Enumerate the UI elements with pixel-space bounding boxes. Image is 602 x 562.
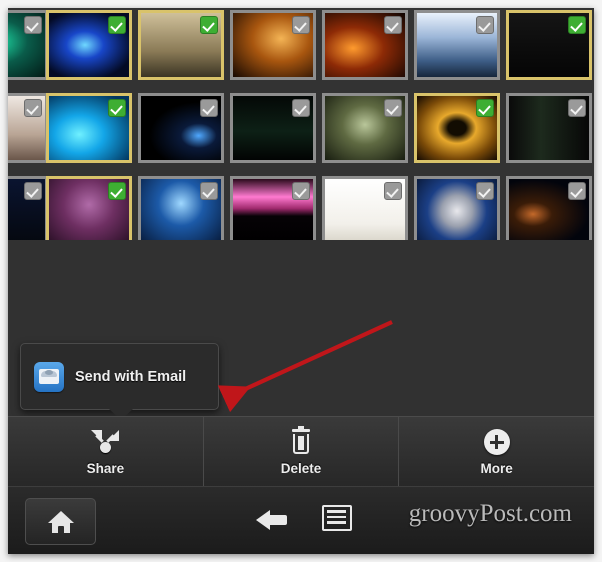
thumbnail-frame [230, 176, 316, 240]
back-arrow-icon [256, 505, 290, 533]
share-icon [91, 428, 120, 456]
gallery-thumbnail[interactable] [414, 10, 500, 80]
gallery-thumbnail[interactable] [322, 176, 408, 240]
thumbnail-frame [46, 176, 132, 240]
thumbnail-frame [322, 10, 408, 80]
checkbox-unchecked-icon[interactable] [24, 16, 42, 34]
checkbox-unchecked-icon[interactable] [292, 16, 310, 34]
thumbnail-frame [506, 93, 592, 163]
checkbox-checked-icon[interactable] [200, 16, 218, 34]
checkbox-unchecked-icon[interactable] [384, 16, 402, 34]
thumbnail-frame [506, 176, 592, 240]
checkbox-checked-icon[interactable] [108, 16, 126, 34]
screenshot-root: Send with Email Share Delete More groovy… [0, 0, 602, 562]
thumbnail-frame [8, 10, 48, 80]
back-button[interactable] [256, 505, 290, 535]
gallery-thumbnail[interactable] [414, 93, 500, 163]
popup-menu-item-label: Send with Email [75, 368, 187, 385]
thumbnail-frame [322, 93, 408, 163]
home-button[interactable] [25, 498, 96, 545]
site-watermark: groovyPost.com [408, 500, 572, 527]
menu-button[interactable] [322, 505, 354, 533]
gallery-thumbnail[interactable] [322, 93, 408, 163]
checkbox-unchecked-icon[interactable] [292, 182, 310, 200]
tablet-screen: Send with Email Share Delete More groovy… [8, 8, 594, 554]
gallery-thumbnail[interactable] [8, 10, 48, 80]
email-icon [34, 361, 64, 392]
thumbnail-frame [414, 10, 500, 80]
checkbox-unchecked-icon[interactable] [200, 182, 218, 200]
system-navigation-bar: groovyPost.com [8, 486, 594, 554]
action-button-more[interactable]: More [398, 417, 594, 487]
plus-circle-icon [483, 428, 510, 456]
gallery-thumbnail[interactable] [322, 10, 408, 80]
thumbnail-frame [138, 176, 224, 240]
checkbox-unchecked-icon[interactable] [384, 182, 402, 200]
action-button-delete-label: Delete [280, 461, 322, 476]
checkbox-unchecked-icon[interactable] [200, 99, 218, 117]
checkbox-unchecked-icon[interactable] [24, 99, 42, 117]
thumbnail-frame [414, 176, 500, 240]
thumbnail-frame [230, 93, 316, 163]
checkbox-checked-icon[interactable] [108, 99, 126, 117]
gallery-grid[interactable] [8, 8, 594, 240]
trash-icon [290, 426, 312, 456]
gallery-thumbnail[interactable] [230, 176, 316, 240]
checkbox-checked-icon[interactable] [568, 16, 586, 34]
share-popup[interactable]: Send with Email [20, 343, 219, 422]
thumbnail-frame [230, 10, 316, 80]
thumbnail-frame [8, 93, 48, 163]
gallery-thumbnail[interactable] [506, 93, 592, 163]
gallery-thumbnail[interactable] [8, 93, 48, 163]
gallery-thumbnail[interactable] [46, 93, 132, 163]
checkbox-unchecked-icon[interactable] [476, 16, 494, 34]
gallery-thumbnail[interactable] [138, 93, 224, 163]
gallery-thumbnail[interactable] [46, 176, 132, 240]
menu-icon [322, 505, 352, 531]
thumbnail-frame [414, 93, 500, 163]
thumbnail-frame [506, 10, 592, 80]
checkbox-unchecked-icon[interactable] [292, 99, 310, 117]
gallery-thumbnail[interactable] [414, 176, 500, 240]
gallery-thumbnail[interactable] [8, 176, 48, 240]
gallery-thumbnail[interactable] [506, 10, 592, 80]
thumbnail-frame [46, 10, 132, 80]
thumbnail-frame [138, 10, 224, 80]
gallery-thumbnail[interactable] [46, 10, 132, 80]
thumbnail-frame [138, 93, 224, 163]
checkbox-unchecked-icon[interactable] [24, 182, 42, 200]
checkbox-unchecked-icon[interactable] [568, 182, 586, 200]
gallery-thumbnail[interactable] [138, 10, 224, 80]
thumbnail-frame [322, 176, 408, 240]
checkbox-unchecked-icon[interactable] [568, 99, 586, 117]
action-button-share-label: Share [86, 461, 125, 476]
gallery-thumbnail[interactable] [138, 176, 224, 240]
action-button-delete[interactable]: Delete [202, 417, 399, 487]
gallery-thumbnail[interactable] [230, 93, 316, 163]
checkbox-unchecked-icon[interactable] [476, 182, 494, 200]
gallery-thumbnail[interactable] [506, 176, 592, 240]
action-button-share[interactable]: Share [8, 417, 203, 487]
action-button-more-label: More [480, 461, 513, 476]
popup-menu-item-send-with-email[interactable]: Send with Email [21, 344, 218, 409]
thumbnail-frame [8, 176, 48, 240]
checkbox-checked-icon[interactable] [108, 182, 126, 200]
gallery-thumbnail[interactable] [230, 10, 316, 80]
checkbox-checked-icon[interactable] [476, 99, 494, 117]
home-icon [47, 510, 74, 533]
checkbox-unchecked-icon[interactable] [384, 99, 402, 117]
thumbnail-frame [46, 93, 132, 163]
context-action-bar: Share Delete More [8, 416, 594, 488]
